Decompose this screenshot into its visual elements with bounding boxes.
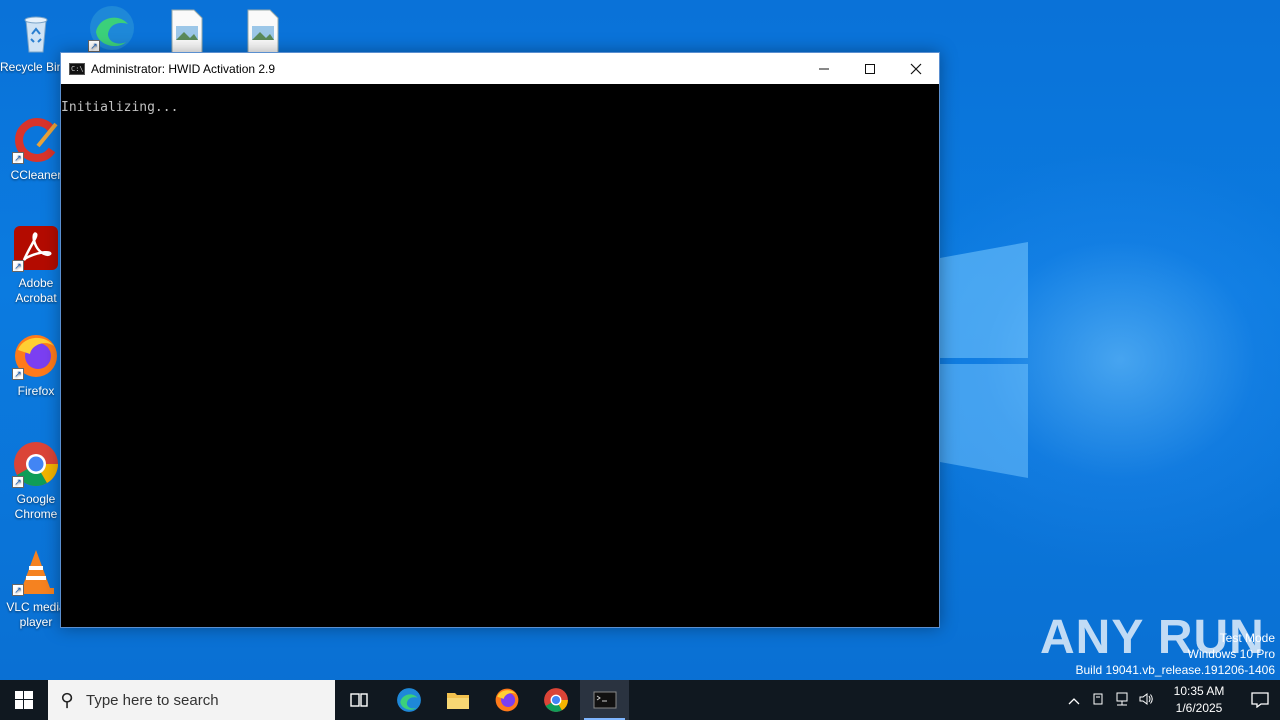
taskbar-firefox-button[interactable]: [482, 680, 531, 720]
firefox-icon: [495, 688, 518, 712]
folder-icon: [446, 693, 469, 709]
shortcut-arrow-icon: ↗: [88, 40, 100, 52]
task-view-icon: [349, 693, 368, 707]
chrome-icon: [543, 688, 568, 712]
firefox-icon: ↗: [12, 332, 60, 380]
console-window[interactable]: C:\ Administrator: HWID Activation 2.9 I…: [60, 52, 940, 628]
build-text: Build 19041.vb_release.191206-1406: [1075, 663, 1276, 677]
desktop-icon-label: Google Chrome: [14, 492, 58, 521]
desktop-icon-edge[interactable]: ↗: [76, 4, 148, 56]
maximize-icon: [865, 63, 875, 74]
acrobat-icon: ↗: [12, 224, 60, 272]
taskbar-chrome-button[interactable]: [531, 680, 580, 720]
window-title: Administrator: HWID Activation 2.9: [91, 61, 276, 76]
image-file-icon: [238, 8, 286, 56]
clock-date: 1/6/2025: [1175, 701, 1223, 715]
task-view-button[interactable]: [335, 680, 384, 720]
search-icon: ⚲: [60, 689, 74, 710]
cmd-icon: C:\: [69, 62, 85, 75]
shortcut-arrow-icon: ↗: [12, 260, 24, 272]
image-file-icon: [162, 8, 210, 56]
network-icon[interactable]: [1110, 692, 1134, 709]
shortcut-arrow-icon: ↗: [12, 584, 24, 596]
close-icon: [910, 63, 922, 74]
desktop-icon-label: Adobe Acrobat: [15, 276, 57, 305]
console-output-line: Initializing...: [61, 100, 179, 115]
windows-watermark: Test Mode Windows 10 Pro Build 19041.vb_…: [1076, 630, 1276, 678]
edge-icon: [396, 688, 421, 712]
start-button[interactable]: [0, 680, 48, 720]
taskbar: ⚲ Type here to search 10:35 AM 1/6/2025: [0, 680, 1280, 720]
window-titlebar[interactable]: C:\ Administrator: HWID Activation 2.9: [61, 53, 939, 84]
system-tray: 10:35 AM 1/6/2025: [1062, 680, 1280, 720]
maximize-button[interactable]: [847, 53, 893, 84]
taskbar-cmd-button[interactable]: [580, 680, 629, 720]
windows-wallpaper-logo: [940, 242, 1028, 478]
recycle-bin-icon: [12, 8, 60, 56]
vlc-icon: ↗: [12, 548, 60, 596]
test-mode-text: Test Mode: [1219, 631, 1275, 645]
chrome-icon: ↗: [12, 440, 60, 488]
desktop-icon-label: Recycle Bin: [0, 60, 60, 74]
taskbar-edge-button[interactable]: [384, 680, 433, 720]
shortcut-arrow-icon: ↗: [12, 476, 24, 488]
ccleaner-icon: ↗: [12, 116, 60, 164]
chevron-up-icon[interactable]: [1062, 693, 1086, 708]
edition-text: Windows 10 Pro: [1187, 647, 1275, 661]
desktop-icon-label: VLC media player: [6, 600, 66, 629]
edge-icon: ↗: [88, 4, 136, 52]
taskbar-search-box[interactable]: ⚲ Type here to search: [48, 680, 335, 720]
clock-time: 10:35 AM: [1173, 684, 1225, 698]
usb-device-icon[interactable]: [1086, 692, 1110, 709]
notification-icon: [1251, 692, 1269, 708]
search-placeholder: Type here to search: [86, 691, 219, 709]
windows-logo-icon: [15, 691, 33, 709]
action-center-button[interactable]: [1240, 680, 1280, 720]
taskbar-clock[interactable]: 10:35 AM 1/6/2025: [1166, 683, 1232, 717]
minimize-icon: [819, 68, 829, 69]
console-output-area[interactable]: Initializing...: [61, 84, 939, 627]
volume-icon[interactable]: [1134, 692, 1158, 709]
shortcut-arrow-icon: ↗: [12, 152, 24, 164]
cmd-icon: [593, 691, 616, 709]
close-button[interactable]: [893, 53, 939, 84]
taskbar-file-explorer-button[interactable]: [433, 680, 482, 720]
minimize-button[interactable]: [801, 53, 847, 84]
shortcut-arrow-icon: ↗: [12, 368, 24, 380]
